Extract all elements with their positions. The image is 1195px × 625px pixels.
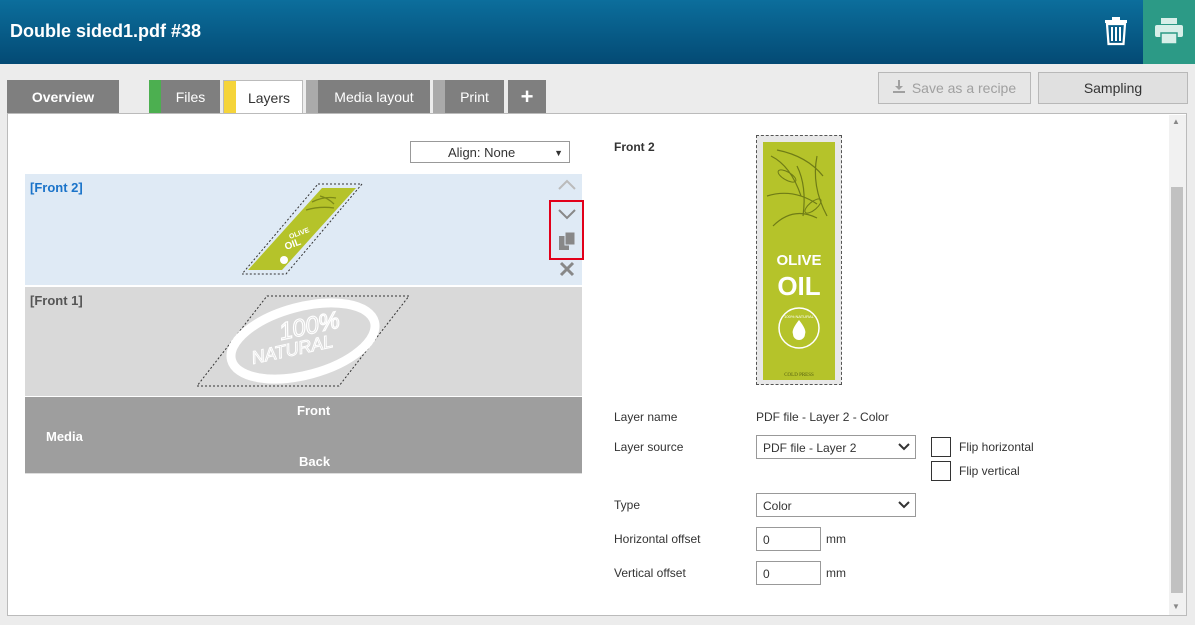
add-tab-button[interactable]: + [508,80,546,113]
scroll-down-icon[interactable]: ▼ [1172,602,1180,611]
save-recipe-label: Save as a recipe [911,80,1017,96]
vertical-offset-value: 0 [763,567,770,581]
printer-icon [1155,18,1183,45]
align-value: Align: None [448,145,516,160]
layer-row-front-2[interactable]: [Front 2] OLIVE OIL [25,174,582,285]
vertical-offset-input[interactable]: 0 [756,561,821,585]
layer-source-value: PDF file - Layer 2 [763,441,857,455]
status-stripe [306,80,318,113]
trash-icon[interactable] [1100,14,1132,48]
layer-preview: OLIVE OIL 100% NATURAL COLD PRESS [756,135,842,385]
tab-label: Overview [31,88,95,105]
tab-label: Layers [247,89,291,106]
horizontal-offset-value: 0 [763,533,770,547]
layer-source-select[interactable]: PDF file - Layer 2 [756,435,916,459]
preview-olive-text: OLIVE [776,252,821,269]
delete-layer-icon[interactable] [556,258,578,280]
layer-name-value: PDF file - Layer 2 - Color [756,410,889,424]
download-icon [892,80,905,96]
horizontal-offset-label: Horizontal offset [614,532,701,546]
media-back-label: Back [299,454,331,469]
horizontal-offset-input[interactable]: 0 [756,527,821,551]
move-up-icon[interactable] [556,174,578,196]
horizontal-offset-unit: mm [826,532,846,546]
sampling-button[interactable]: Sampling [1038,72,1188,104]
vertical-offset-label: Vertical offset [614,566,686,580]
preview-badge-text: 100% NATURAL [784,314,814,319]
layer-row-front-1[interactable]: [Front 1] 100% NATURAL [25,287,582,396]
tab-label: Media layout [334,88,414,105]
layer-thumbnail: OLIVE OIL [242,183,364,275]
flip-vertical-label: Flip vertical [959,464,1020,478]
preview-cold-press-text: COLD PRESS [784,373,814,378]
save-recipe-button[interactable]: Save as a recipe [878,72,1031,104]
tab-print[interactable]: Print [433,80,504,113]
tab-overview[interactable]: Overview [7,80,119,113]
align-select[interactable]: Align: None ▼ [410,141,570,163]
layer-thumbnail: 100% NATURAL [197,295,411,387]
scroll-up-icon[interactable]: ▲ [1172,117,1180,126]
tab-layers[interactable]: Layers [223,80,303,114]
tab-files[interactable]: Files [149,80,220,113]
section-title: Front 2 [614,140,655,154]
dropdown-arrow-icon: ▼ [554,148,563,158]
plus-icon: + [520,83,534,109]
status-stripe [149,80,161,113]
layer-name: [Front 1] [30,293,83,308]
print-button[interactable] [1143,0,1195,64]
status-stripe [224,81,236,114]
highlight-box [549,200,584,260]
preview-oil-text: OIL [777,271,820,301]
flip-horizontal-label: Flip horizontal [959,440,1034,454]
title-bar: Double sided1.pdf #38 [0,0,1195,64]
layer-name-label: Layer name [614,410,678,424]
tab-label: Print [460,88,489,105]
media-label: Media [46,429,83,444]
type-label: Type [614,498,641,512]
vertical-offset-unit: mm [826,566,846,580]
tab-media-layout[interactable]: Media layout [306,80,430,113]
media-row: Front Media Back [25,397,582,474]
scrollbar-thumb[interactable] [1171,187,1183,593]
chevron-down-icon [898,441,910,456]
layer-source-label: Layer source [614,440,684,454]
vertical-scrollbar[interactable]: ▲ ▼ [1169,115,1186,615]
sampling-label: Sampling [1083,80,1143,96]
type-value: Color [763,499,792,513]
page-title: Double sided1.pdf #38 [10,21,202,41]
chevron-down-icon [898,499,910,514]
type-select[interactable]: Color [756,493,916,517]
flip-horizontal-checkbox[interactable] [931,437,951,457]
media-front-label: Front [297,403,331,418]
flip-vertical-checkbox[interactable] [931,461,951,481]
layer-name: [Front 2] [30,180,83,195]
tab-label: Files [175,88,206,105]
status-stripe [433,80,445,113]
